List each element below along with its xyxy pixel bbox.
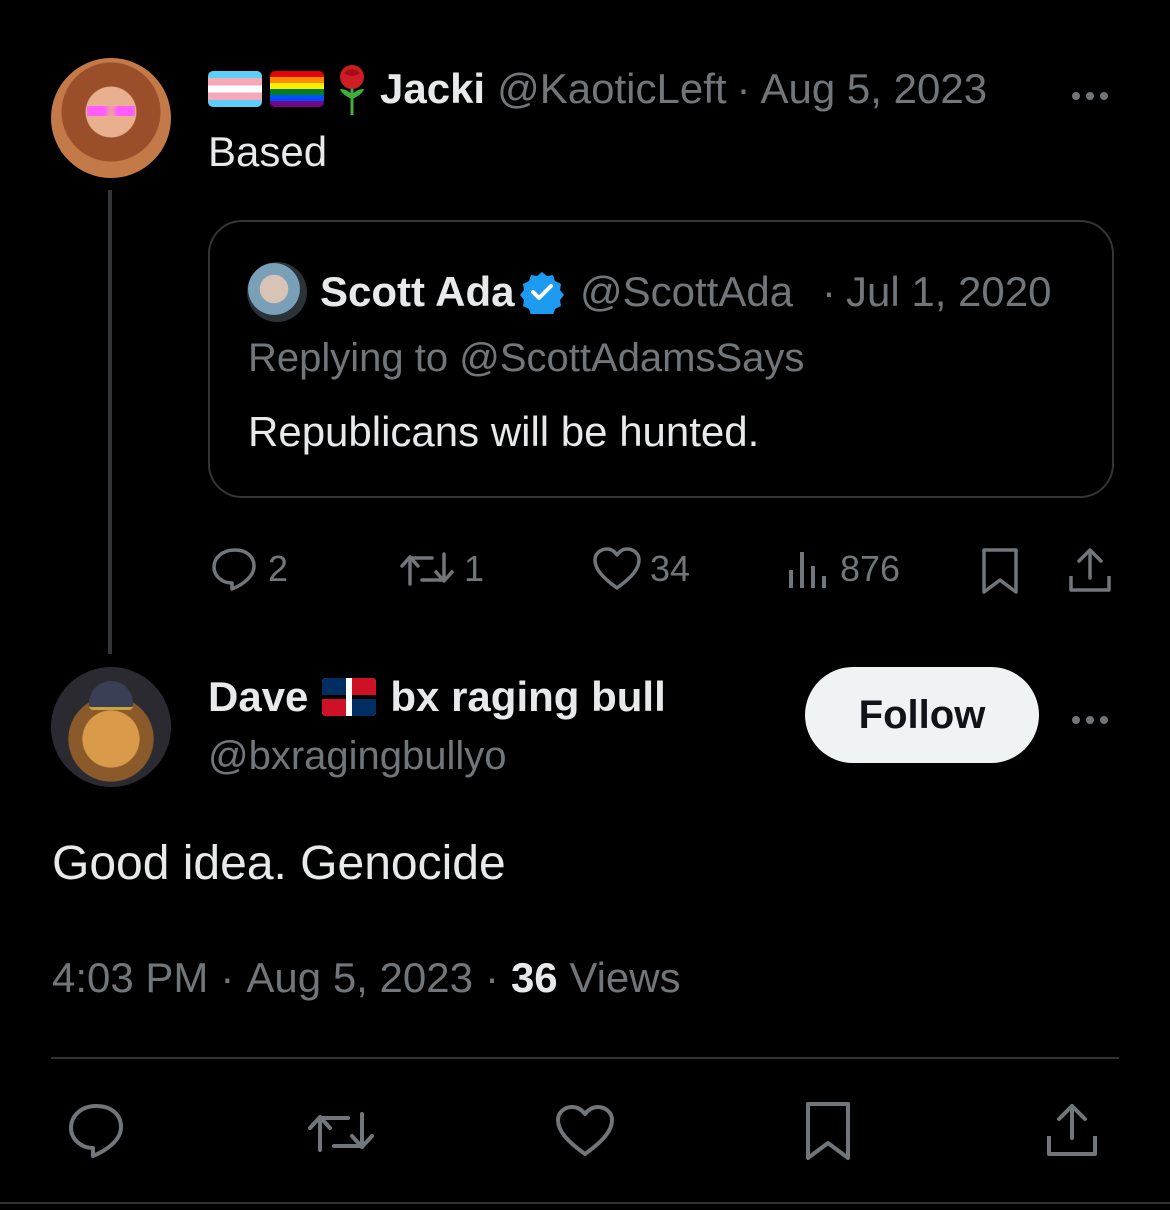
jacki-separator: · xyxy=(736,65,751,112)
bottom-heart-icon[interactable] xyxy=(555,1104,615,1158)
jacki-date[interactable]: Aug 5, 2023 xyxy=(761,65,988,113)
rose-emoji xyxy=(334,63,370,115)
views-icon xyxy=(786,546,832,592)
reply-icon xyxy=(210,546,260,592)
quoted-separator: · xyxy=(822,268,836,315)
reply-action[interactable]: 2 xyxy=(210,546,288,592)
dave-display-name-first[interactable]: Dave xyxy=(208,673,308,721)
tweet-date[interactable]: Aug 5, 2023 xyxy=(246,954,473,1002)
bottom-bookmark-icon[interactable] xyxy=(804,1100,852,1162)
quoted-header: Scott Ada @ScottAda · Jul 1, 2020 xyxy=(320,262,1052,322)
avatar-eyes-glow xyxy=(87,106,135,116)
dave-handle[interactable]: @bxragingbullyo xyxy=(208,734,507,779)
share-icon[interactable] xyxy=(1066,546,1114,594)
bottom-reply-icon[interactable] xyxy=(66,1102,126,1158)
views-total: 36 Views xyxy=(511,954,681,1002)
jacki-display-name[interactable]: Jacki xyxy=(380,65,485,113)
quoted-handle: @ScottAda xyxy=(580,268,794,315)
jacki-tweet-text: Based xyxy=(208,128,328,175)
quoted-tweet-text: Republicans will be hunted. xyxy=(248,408,760,455)
quoted-display-name: Scott Ada xyxy=(320,268,515,315)
quoted-date: Jul 1, 2020 xyxy=(846,268,1052,315)
avatar-scott-adams xyxy=(247,262,307,322)
tweet-time[interactable]: 4:03 PM xyxy=(52,954,208,1002)
views-total-count: 36 xyxy=(510,954,558,1001)
dave-more-icon[interactable] xyxy=(1072,710,1108,730)
dave-display-name-rest[interactable]: bx raging bull xyxy=(390,673,665,721)
views-total-label: Views xyxy=(569,954,681,1001)
repost-action[interactable]: 1 xyxy=(398,546,484,592)
repost-count: 1 xyxy=(464,548,485,589)
bottom-divider xyxy=(0,1202,1170,1204)
bottom-share-icon[interactable] xyxy=(1044,1100,1100,1158)
verified-badge-icon xyxy=(520,270,564,314)
dave-tweet-meta: 4:03 PM · Aug 5, 2023 · 36 Views xyxy=(52,954,681,1002)
avatar-helmet xyxy=(89,681,133,710)
bottom-repost-icon[interactable] xyxy=(306,1104,376,1160)
dave-name-row: Dave bx raging bull xyxy=(208,670,666,724)
quoted-replying-to: Replying to @ScottAdamsSays xyxy=(248,336,804,381)
reply-count: 2 xyxy=(268,548,289,589)
quoted-tweet-card[interactable]: Scott Ada @ScottAda · Jul 1, 2020 Replyi… xyxy=(208,220,1114,498)
views-count: 876 xyxy=(840,548,901,589)
thread-line xyxy=(108,190,112,654)
dominican-flag-emoji xyxy=(322,678,377,716)
avatar-jacki[interactable] xyxy=(51,58,171,178)
jacki-header: Jacki @KaoticLeft · Aug 5, 2023 xyxy=(208,62,987,116)
like-action[interactable]: 34 xyxy=(592,546,690,592)
views-action[interactable]: 876 xyxy=(786,546,900,592)
repost-icon xyxy=(398,546,456,592)
rainbow-flag-emoji xyxy=(270,71,324,107)
avatar-dave[interactable] xyxy=(51,667,171,787)
jacki-handle[interactable]: @KaoticLeft xyxy=(497,65,726,113)
bookmark-icon[interactable] xyxy=(980,546,1020,596)
trans-flag-emoji xyxy=(208,71,262,107)
replying-prefix: Replying to xyxy=(248,336,449,380)
follow-button[interactable]: Follow xyxy=(805,667,1039,763)
meta-separator-2: · xyxy=(484,954,499,1001)
meta-separator-1: · xyxy=(220,954,235,1001)
like-count: 34 xyxy=(650,548,691,589)
replying-handle[interactable]: @ScottAdamsSays xyxy=(459,336,804,380)
heart-icon xyxy=(592,546,642,592)
jacki-more-icon[interactable] xyxy=(1072,86,1108,106)
divider xyxy=(51,1057,1119,1059)
dave-tweet-text: Good idea. Genocide xyxy=(52,837,506,890)
